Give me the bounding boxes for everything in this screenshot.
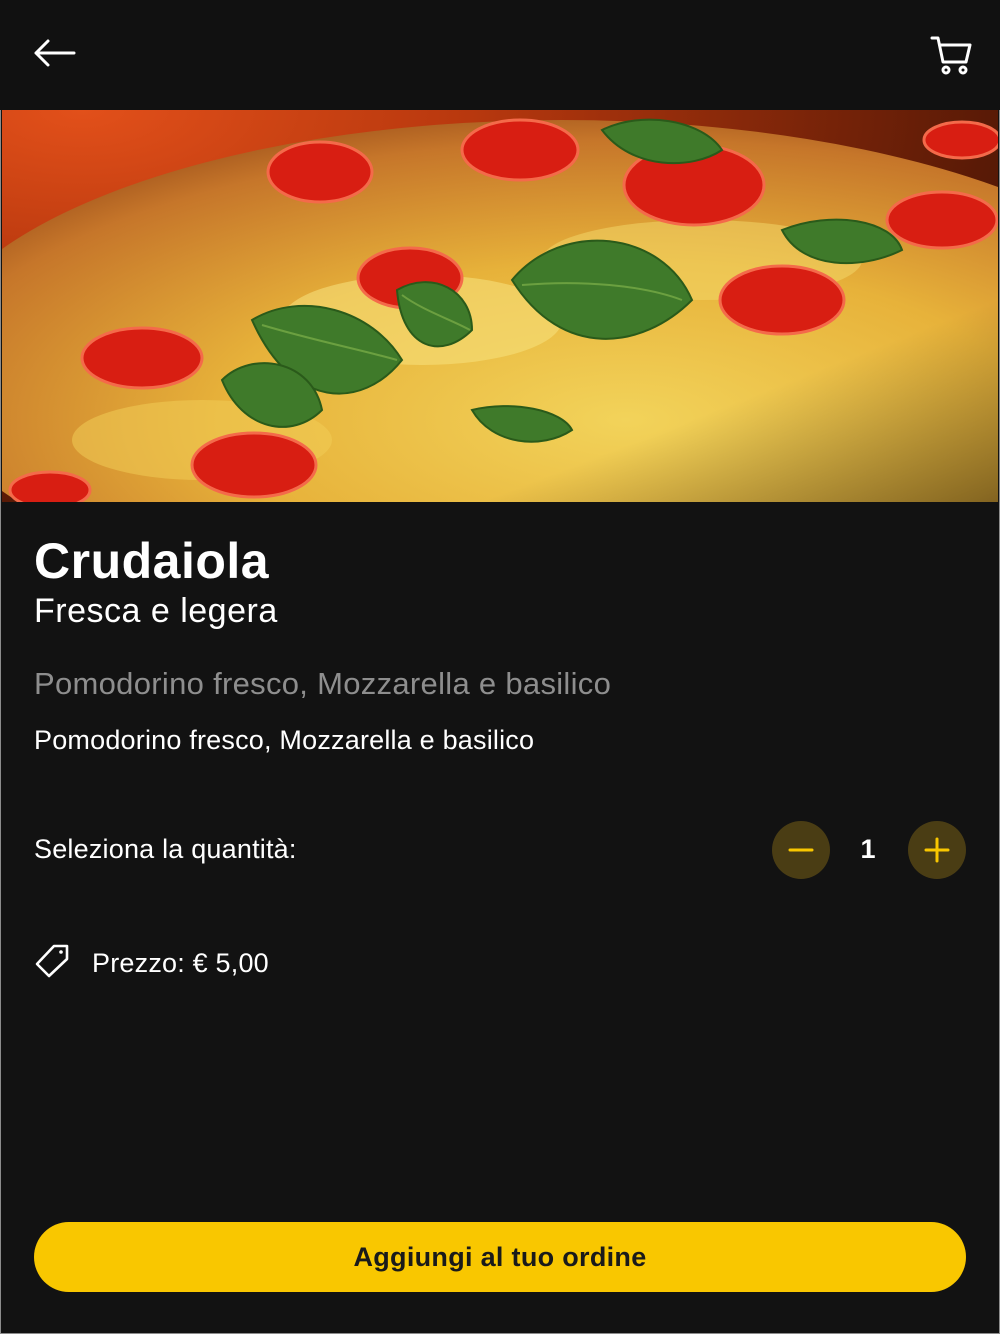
add-to-order-button[interactable]: Aggiungi al tuo ordine: [34, 1222, 966, 1292]
shopping-cart-icon: [930, 36, 972, 75]
product-ingredients: Pomodorino fresco, Mozzarella e basilico: [34, 725, 535, 755]
increase-quantity-button[interactable]: [908, 821, 966, 879]
decrease-quantity-button[interactable]: [772, 821, 830, 879]
plus-icon: [924, 837, 950, 863]
pizza-illustration: [2, 118, 998, 502]
arrow-left-icon: [34, 39, 76, 67]
product-tagline: Fresca e legera: [34, 592, 278, 630]
price-tag-icon: [35, 944, 69, 978]
pizza-image: [2, 110, 998, 502]
price-text: Prezzo: € 5,00: [92, 948, 269, 978]
quantity-label: Seleziona la quantità:: [34, 834, 297, 864]
back-button[interactable]: [26, 30, 82, 76]
top-bar: [0, 0, 1000, 110]
quantity-value: 1: [860, 834, 876, 864]
product-ingredients-muted: Pomodorino fresco, Mozzarella e basilico: [34, 666, 612, 701]
minus-icon: [788, 848, 814, 852]
product-name: Crudaiola: [34, 533, 270, 589]
cart-button[interactable]: [924, 26, 980, 82]
